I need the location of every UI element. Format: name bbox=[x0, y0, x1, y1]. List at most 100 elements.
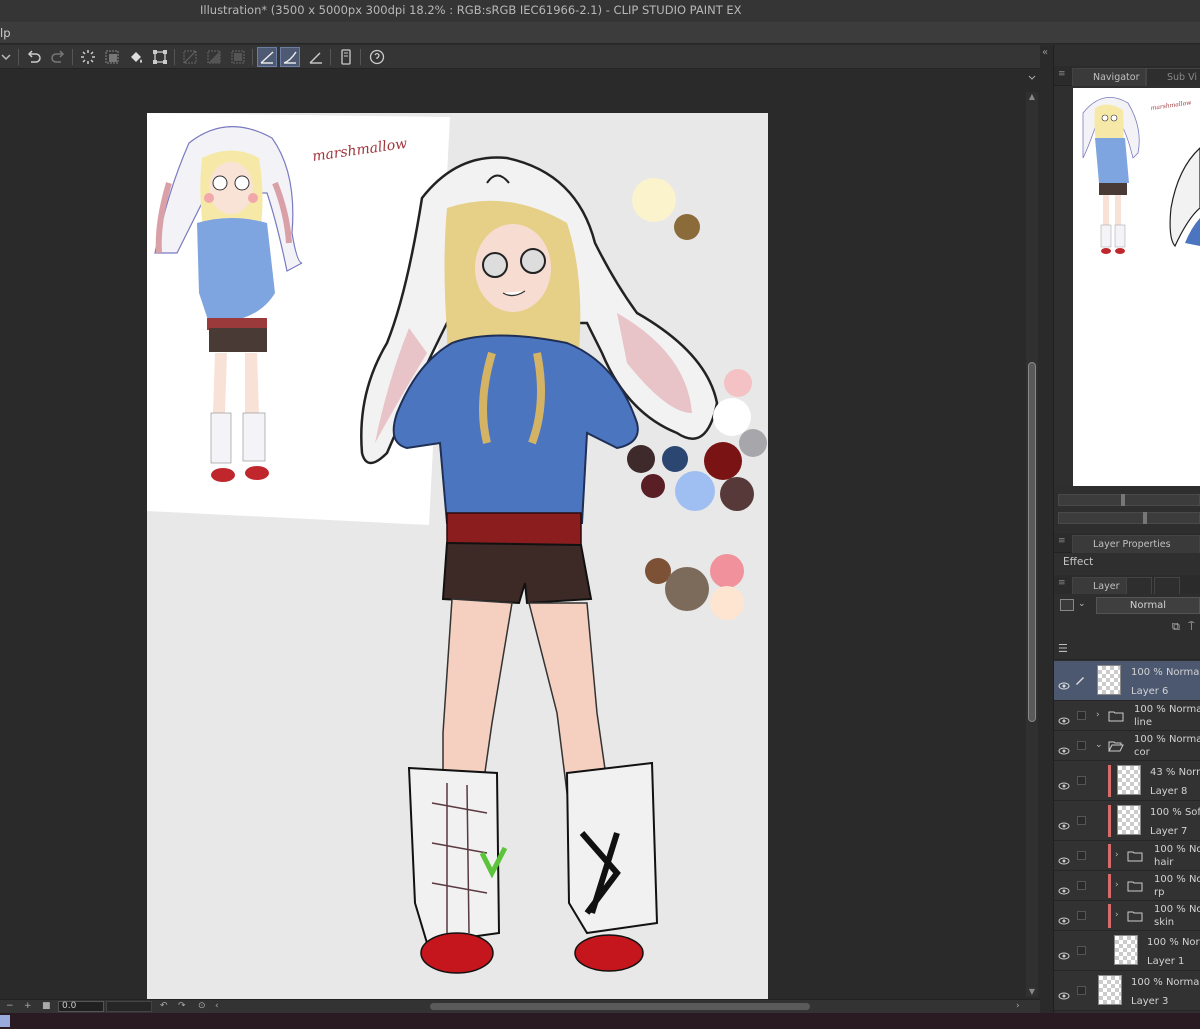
grip-icon[interactable]: ≡ bbox=[1058, 69, 1066, 79]
slider-knob[interactable] bbox=[1143, 512, 1147, 524]
vertical-scrollbar[interactable]: ▲ ▼ bbox=[1026, 92, 1038, 997]
zoom-input[interactable]: 0.0 bbox=[58, 1001, 104, 1012]
panel-collapse-bar[interactable]: « bbox=[1040, 45, 1054, 1013]
zoom-slider[interactable] bbox=[106, 1001, 152, 1012]
layer-mode: 100 % Normal bbox=[1134, 734, 1200, 745]
command-dropdown-button[interactable] bbox=[0, 47, 16, 67]
layer-row-rp[interactable]: › 100 % Nor rp bbox=[1054, 871, 1200, 901]
visibility-eye-icon[interactable] bbox=[1058, 946, 1070, 960]
chevron-right-icon[interactable]: › bbox=[1115, 850, 1119, 860]
lock-checkbox[interactable] bbox=[1077, 986, 1086, 995]
hide-selection-button[interactable] bbox=[180, 47, 200, 67]
rotate-left-icon[interactable]: ↶ bbox=[160, 1001, 168, 1011]
reference-layer-icon[interactable]: ⧉ bbox=[1172, 620, 1180, 634]
layer-row-line[interactable]: › 100 % Normal line bbox=[1054, 701, 1200, 731]
lock-checkbox[interactable] bbox=[1077, 776, 1086, 785]
visibility-eye-icon[interactable] bbox=[1058, 851, 1070, 865]
horizontal-scroll-thumb[interactable] bbox=[430, 1003, 810, 1010]
reset-rotate-icon[interactable]: ⊙ bbox=[198, 1001, 206, 1011]
lock-checkbox[interactable] bbox=[1077, 851, 1086, 860]
tab-navigator[interactable]: Navigator bbox=[1072, 68, 1147, 86]
command-bar bbox=[0, 45, 1048, 69]
lock-checkbox[interactable] bbox=[1077, 911, 1086, 920]
collapse-icon[interactable]: « bbox=[1042, 47, 1048, 58]
chevron-down-icon[interactable]: ⌄ bbox=[1095, 740, 1103, 750]
scroll-up-icon[interactable]: ▲ bbox=[1027, 92, 1037, 102]
visibility-eye-icon[interactable] bbox=[1058, 776, 1070, 790]
rotate-right-icon[interactable]: ↷ bbox=[178, 1001, 186, 1011]
snap-to-special-ruler-button[interactable] bbox=[280, 47, 300, 67]
snap-ruler-icon bbox=[260, 51, 274, 64]
layer-row-skin[interactable]: › 100 % Nor skin bbox=[1054, 901, 1200, 931]
snap-to-grid-button[interactable] bbox=[306, 47, 326, 67]
grip-icon[interactable]: ≡ bbox=[1058, 536, 1066, 546]
chevron-right-icon[interactable]: › bbox=[1096, 710, 1100, 720]
redo-button[interactable] bbox=[48, 47, 68, 67]
layer-color-toggle[interactable] bbox=[1060, 599, 1074, 611]
navigator-preview[interactable]: marshmallow bbox=[1073, 88, 1200, 486]
visibility-eye-icon[interactable] bbox=[1058, 911, 1070, 925]
navigator-rotate-slider[interactable] bbox=[1058, 512, 1200, 524]
tab-layer-properties[interactable]: Layer Properties bbox=[1072, 535, 1200, 553]
zoom-out-button[interactable]: − bbox=[6, 1001, 14, 1011]
scroll-left-icon[interactable]: ‹ bbox=[215, 1001, 219, 1011]
artwork-canvas[interactable]: marshmallow bbox=[147, 113, 768, 999]
tab-history[interactable] bbox=[1126, 577, 1152, 595]
transform-button[interactable] bbox=[150, 47, 170, 67]
invert-selection-button[interactable] bbox=[204, 47, 224, 67]
navigator-controls bbox=[1054, 486, 1200, 532]
lock-checkbox[interactable] bbox=[1077, 881, 1086, 890]
visibility-eye-icon[interactable] bbox=[1058, 741, 1070, 755]
select-all-icon bbox=[231, 50, 245, 64]
slider-knob[interactable] bbox=[1121, 494, 1125, 506]
select-all-button[interactable] bbox=[228, 47, 248, 67]
lock-checkbox[interactable] bbox=[1077, 741, 1086, 750]
separator bbox=[72, 49, 73, 65]
navigator-caption: marshmallow bbox=[1150, 99, 1192, 112]
layer-menu-icon[interactable]: ☰ bbox=[1058, 642, 1068, 655]
navigator-zoom-slider[interactable] bbox=[1058, 494, 1200, 506]
clip-layer-icon[interactable]: ⍑ bbox=[1188, 620, 1195, 634]
stop-icon[interactable]: ■ bbox=[42, 1001, 51, 1011]
tab-auto-actions[interactable] bbox=[1154, 577, 1180, 595]
deselect-icon bbox=[183, 50, 197, 64]
clear-outside-button[interactable] bbox=[102, 47, 122, 67]
layer-row-layer-7[interactable]: 100 % Soft Layer 7 bbox=[1054, 801, 1200, 841]
layer-row-layer-6[interactable]: 100 % Normal Layer 6 bbox=[1054, 661, 1200, 701]
zoom-in-button[interactable]: + bbox=[24, 1001, 32, 1011]
lock-checkbox[interactable] bbox=[1077, 946, 1086, 955]
chevron-right-icon[interactable]: › bbox=[1115, 880, 1119, 890]
visibility-eye-icon[interactable] bbox=[1058, 676, 1070, 690]
layer-row-cor[interactable]: ⌄ 100 % Normal cor bbox=[1054, 731, 1200, 761]
chevron-right-icon[interactable]: › bbox=[1115, 910, 1119, 920]
lock-checkbox[interactable] bbox=[1077, 816, 1086, 825]
chevron-down-icon[interactable]: ⌄ bbox=[1078, 599, 1086, 609]
tab-sub-view[interactable]: Sub Vi bbox=[1146, 68, 1200, 86]
lock-checkbox[interactable] bbox=[1077, 711, 1086, 720]
layer-row-layer-8[interactable]: 43 % Norma Layer 8 bbox=[1054, 761, 1200, 801]
tab-layer[interactable]: Layer bbox=[1072, 577, 1127, 595]
chevron-down-icon[interactable] bbox=[1026, 72, 1038, 84]
help-button[interactable] bbox=[367, 47, 387, 67]
undo-button[interactable] bbox=[24, 47, 44, 67]
menu-item-help[interactable]: lp bbox=[0, 26, 11, 40]
separator bbox=[252, 49, 253, 65]
fill-button[interactable] bbox=[126, 47, 146, 67]
layer-row-hair[interactable]: › 100 % Nor hair bbox=[1054, 841, 1200, 871]
snap-to-ruler-button[interactable] bbox=[257, 47, 277, 67]
visibility-eye-icon[interactable] bbox=[1058, 816, 1070, 830]
clear-button[interactable] bbox=[78, 47, 98, 67]
visibility-eye-icon[interactable] bbox=[1058, 986, 1070, 1000]
layer-row-layer-1[interactable]: 100 % Normal Layer 1 bbox=[1054, 931, 1200, 971]
layer-row-layer-3[interactable]: 100 % Normal Layer 3 bbox=[1054, 971, 1200, 1011]
device-button[interactable] bbox=[336, 47, 356, 67]
scroll-down-icon[interactable]: ▼ bbox=[1027, 987, 1037, 997]
grip-icon[interactable]: ≡ bbox=[1058, 578, 1066, 588]
blend-mode-select[interactable]: Normal bbox=[1096, 597, 1200, 614]
scroll-right-icon[interactable]: › bbox=[1016, 1001, 1020, 1011]
visibility-eye-icon[interactable] bbox=[1058, 881, 1070, 895]
scroll-thumb[interactable] bbox=[1028, 362, 1036, 722]
layer-mode: 100 % Normal bbox=[1134, 704, 1200, 715]
taskbar-app-icon[interactable] bbox=[0, 1015, 10, 1027]
visibility-eye-icon[interactable] bbox=[1058, 711, 1070, 725]
